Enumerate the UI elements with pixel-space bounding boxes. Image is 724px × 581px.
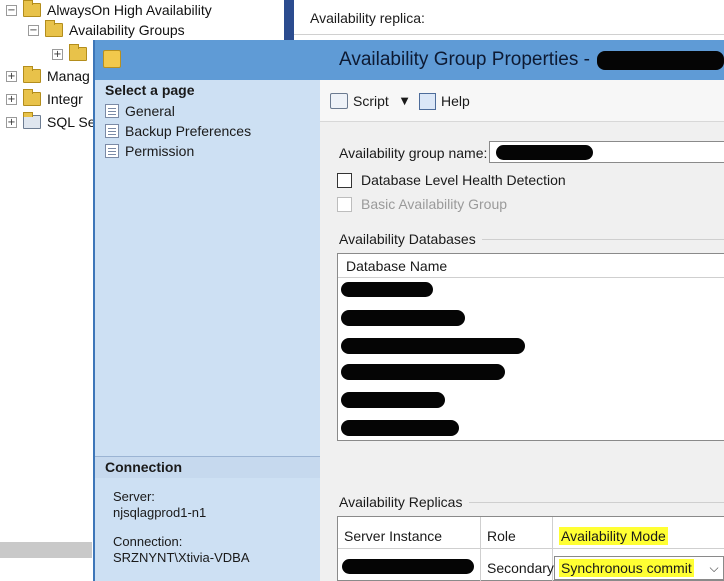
properties-dialog: Availability Group Properties - Select a… [93, 40, 724, 581]
window-splitter[interactable] [284, 0, 294, 40]
redaction [597, 51, 724, 70]
collapse-icon[interactable]: − [6, 4, 17, 16]
server-instance-cell[interactable] [342, 559, 474, 574]
tree-label: Integr [47, 91, 83, 107]
ag-icon [69, 44, 87, 61]
page-label: Backup Preferences [125, 123, 252, 139]
column-label: Availability Mode [559, 527, 668, 545]
basic-ag-checkbox: Basic Availability Group [337, 196, 507, 212]
sql-agent-icon [23, 112, 41, 129]
tree-item-ag[interactable]: + [52, 44, 93, 64]
dialog-title: Availability Group Properties - [339, 49, 590, 70]
select-page-heading: Select a page [105, 82, 195, 98]
chevron-down-icon[interactable]: ⌵ [705, 561, 723, 576]
connection-heading: Connection [105, 459, 182, 475]
group-divider [475, 239, 724, 240]
column-label: Server Instance [344, 528, 443, 544]
availability-replicas-heading: Availability Replicas [339, 494, 469, 510]
availability-replica-label: Availability replica: [310, 10, 425, 26]
grid-row-divider [338, 548, 724, 549]
tree-label: AlwaysOn High Availability [47, 2, 212, 18]
page-general[interactable]: General [105, 102, 175, 120]
server-value: njsqlagprod1-n1 [113, 505, 207, 520]
expand-icon[interactable]: + [6, 93, 17, 105]
table-row[interactable] [341, 420, 459, 436]
ag-name-label: Availability group name: [339, 145, 488, 161]
table-row[interactable] [341, 282, 433, 297]
folder-icon [23, 0, 41, 17]
tree-label: Manag [47, 68, 90, 84]
collapse-icon[interactable]: − [28, 24, 39, 36]
server-instance-header[interactable]: Server Instance [338, 524, 442, 548]
page-permission[interactable]: Permission [105, 142, 194, 160]
tree-label: Availability Groups [69, 22, 185, 38]
folder-icon [45, 20, 63, 37]
table-row[interactable] [341, 364, 505, 380]
page-backup-preferences[interactable]: Backup Preferences [105, 122, 251, 140]
folder-icon [23, 66, 41, 83]
availability-databases-heading: Availability Databases [339, 231, 482, 247]
checkbox-label: Database Level Health Detection [361, 172, 566, 188]
table-row[interactable] [341, 392, 445, 408]
group-divider [469, 502, 724, 503]
connection-label: Connection: [113, 534, 183, 549]
page-icon [105, 104, 119, 118]
tree-item-management[interactable]: + Manag [6, 66, 90, 86]
page-label: General [125, 103, 175, 119]
tree-item-sql-agent[interactable]: + SQL Se [6, 112, 96, 132]
checkbox[interactable] [337, 172, 352, 188]
background-panel: Availability replica: [294, 0, 724, 40]
dialog-titlebar[interactable]: Availability Group Properties - [95, 40, 724, 80]
help-label: Help [441, 93, 470, 109]
ag-dialog-icon [103, 50, 121, 68]
connection-value: SRZNYNT\Xtivia-VDBA [113, 550, 250, 565]
tree-item-integration[interactable]: + Integr [6, 89, 83, 109]
help-button[interactable]: Help [419, 91, 470, 111]
script-icon [330, 93, 348, 109]
role-header[interactable]: Role [481, 524, 516, 548]
server-label: Server: [113, 489, 155, 504]
horizontal-scrollbar[interactable] [0, 542, 92, 558]
expand-icon[interactable]: + [52, 48, 63, 60]
db-column-header[interactable]: Database Name [338, 254, 724, 278]
db-health-detection-checkbox[interactable]: Database Level Health Detection [337, 172, 566, 188]
expand-icon[interactable]: + [6, 70, 17, 82]
ag-name-field[interactable] [489, 141, 724, 163]
availability-mode-dropdown[interactable]: Synchronous commit ⌵ [554, 556, 724, 580]
table-row[interactable] [341, 310, 465, 326]
folder-icon [23, 89, 41, 106]
checkbox [337, 196, 352, 212]
checkbox-label: Basic Availability Group [361, 196, 508, 212]
script-label: Script [353, 93, 389, 109]
column-label: Database Name [346, 257, 448, 274]
availability-mode-header[interactable]: Availability Mode [553, 524, 668, 548]
dropdown-arrow-icon[interactable]: ▼ [401, 96, 409, 107]
expand-icon[interactable]: + [6, 116, 17, 128]
help-icon [419, 92, 436, 110]
tree-item-alwayson[interactable]: − AlwaysOn High Availability [6, 0, 212, 20]
page-icon [105, 144, 119, 158]
column-label: Role [487, 528, 516, 544]
divider [294, 34, 724, 35]
tree-item-availability-groups[interactable]: − Availability Groups [28, 20, 185, 40]
tree-label: SQL Se [47, 114, 96, 130]
role-cell: Secondary [481, 556, 554, 580]
role-value: Secondary [487, 560, 554, 576]
redaction [496, 145, 593, 160]
availability-mode-value: Synchronous commit [559, 559, 694, 577]
script-button[interactable]: Script ▼ [330, 91, 409, 111]
page-icon [105, 124, 119, 138]
table-row[interactable] [341, 338, 525, 354]
page-label: Permission [125, 143, 195, 159]
